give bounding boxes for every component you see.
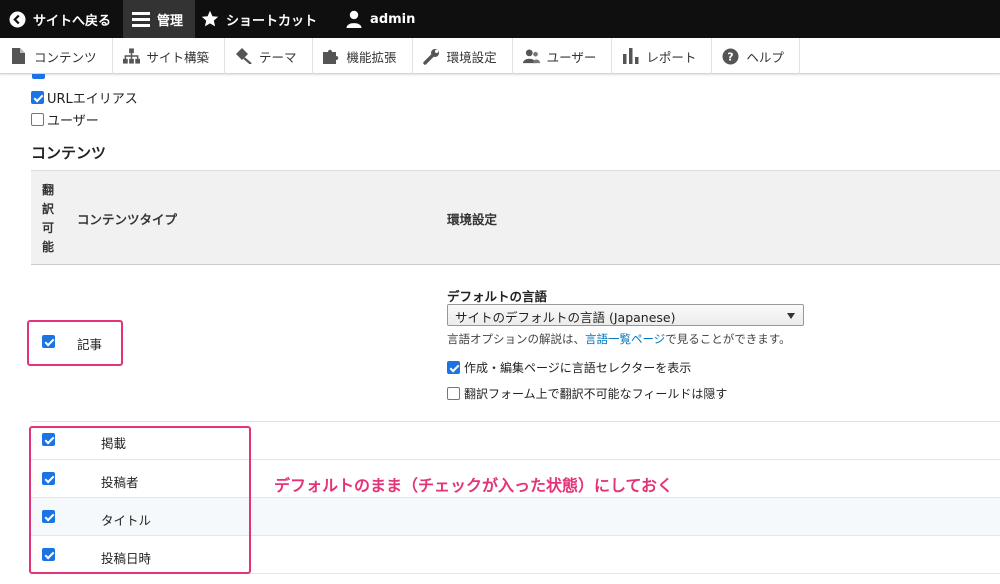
url-alias-option[interactable]: URLエイリアス xyxy=(31,88,138,107)
user-tab[interactable]: admin xyxy=(329,0,427,38)
hide-untranslatable-checkbox[interactable] xyxy=(447,387,460,400)
user-icon xyxy=(345,10,363,28)
language-options-description: 言語オプションの解説は、言語一覧ページで見ることができます。 xyxy=(447,331,791,347)
admin-menu: コンテンツ サイト構築 テーマ 機能拡張 環境設定 ユーザー レポート ? ヘル… xyxy=(0,38,1000,74)
default-language-select[interactable]: サイトのデフォルトの言語 (Japanese) xyxy=(447,304,804,326)
shortcuts-label: ショートカット xyxy=(226,13,318,29)
menu-item-extend[interactable]: 機能拡張 xyxy=(313,38,413,74)
manage-tab[interactable]: 管理 xyxy=(123,0,196,38)
show-language-selector-checkbox[interactable] xyxy=(447,361,460,374)
menu-item-people[interactable]: ユーザー xyxy=(513,38,613,74)
shortcuts-tab[interactable]: ショートカット xyxy=(195,0,329,38)
content-section-title: コンテンツ xyxy=(31,144,107,162)
description-prefix: 言語オプションの解説は、 xyxy=(447,332,585,346)
language-list-link[interactable]: 言語一覧ページ xyxy=(585,332,665,346)
menu-item-appearance[interactable]: テーマ xyxy=(225,38,313,74)
people-icon xyxy=(522,48,540,65)
sitemap-icon xyxy=(122,48,140,65)
menu-item-people-label: ユーザー xyxy=(546,49,597,65)
partial-checkbox[interactable] xyxy=(32,74,45,79)
user-option-label: ユーザー xyxy=(47,114,99,129)
paint-icon xyxy=(235,48,252,65)
user-checkbox[interactable] xyxy=(31,113,44,126)
puzzle-icon xyxy=(322,48,340,65)
menu-item-help[interactable]: ? ヘルプ xyxy=(712,38,800,74)
content-type-column-header: コンテンツタイプ xyxy=(77,212,178,227)
help-icon: ? xyxy=(722,48,739,65)
content-table-header: 翻訳可能 コンテンツタイプ 環境設定 xyxy=(31,170,1000,265)
article-highlight-box xyxy=(27,320,123,366)
star-icon xyxy=(201,10,219,28)
url-alias-checkbox[interactable] xyxy=(31,91,44,104)
menu-item-config[interactable]: 環境設定 xyxy=(413,38,513,74)
hide-untranslatable-option[interactable]: 翻訳フォーム上で翻訳不可能なフィールドは隠す xyxy=(447,385,727,402)
menu-item-config-label: 環境設定 xyxy=(446,49,497,65)
menu-item-reports[interactable]: レポート xyxy=(612,38,713,74)
user-option[interactable]: ユーザー xyxy=(31,110,99,129)
url-alias-label: URLエイリアス xyxy=(47,92,138,107)
file-icon xyxy=(10,48,27,65)
menu-item-reports-label: レポート xyxy=(646,49,697,65)
translatable-column-header: 翻訳可能 xyxy=(41,183,54,254)
default-language-value: サイトのデフォルトの言語 (Japanese) xyxy=(455,310,676,325)
manage-label: 管理 xyxy=(157,13,184,29)
description-suffix: で見ることができます。 xyxy=(665,332,791,346)
back-to-site-link[interactable]: サイトへ戻る xyxy=(0,0,123,38)
user-label: admin xyxy=(370,11,416,27)
default-language-label: デフォルトの言語 xyxy=(447,289,548,304)
menu-item-structure[interactable]: サイト構築 xyxy=(113,38,226,74)
fields-highlight-box xyxy=(29,426,251,574)
menu-item-appearance-label: テーマ xyxy=(259,49,297,65)
admin-toolbar: サイトへ戻る 管理 ショートカット admin xyxy=(0,0,1000,38)
bar-chart-icon xyxy=(622,48,639,65)
back-to-site-label: サイトへ戻る xyxy=(33,13,112,29)
chevron-down-icon xyxy=(787,313,795,319)
menu-item-structure-label: サイト構築 xyxy=(146,49,210,65)
show-language-selector-label: 作成・編集ページに言語セレクターを表示 xyxy=(464,361,692,375)
menu-item-extend-label: 機能拡張 xyxy=(346,49,397,65)
menu-item-help-label: ヘルプ xyxy=(746,49,784,65)
hide-untranslatable-label: 翻訳フォーム上で翻訳不可能なフィールドは隠す xyxy=(464,387,728,401)
settings-column-header: 環境設定 xyxy=(447,212,498,227)
menu-item-content-label: コンテンツ xyxy=(34,49,97,65)
annotation-text: デフォルトのまま（チェックが入った状態）にしておく xyxy=(274,476,674,495)
hamburger-icon xyxy=(132,10,151,28)
menu-item-content[interactable]: コンテンツ xyxy=(0,38,113,74)
wrench-icon xyxy=(422,48,440,65)
arrow-left-circle-icon xyxy=(8,10,26,28)
show-language-selector-option[interactable]: 作成・編集ページに言語セレクターを表示 xyxy=(447,359,691,376)
svg-text:?: ? xyxy=(728,50,734,63)
